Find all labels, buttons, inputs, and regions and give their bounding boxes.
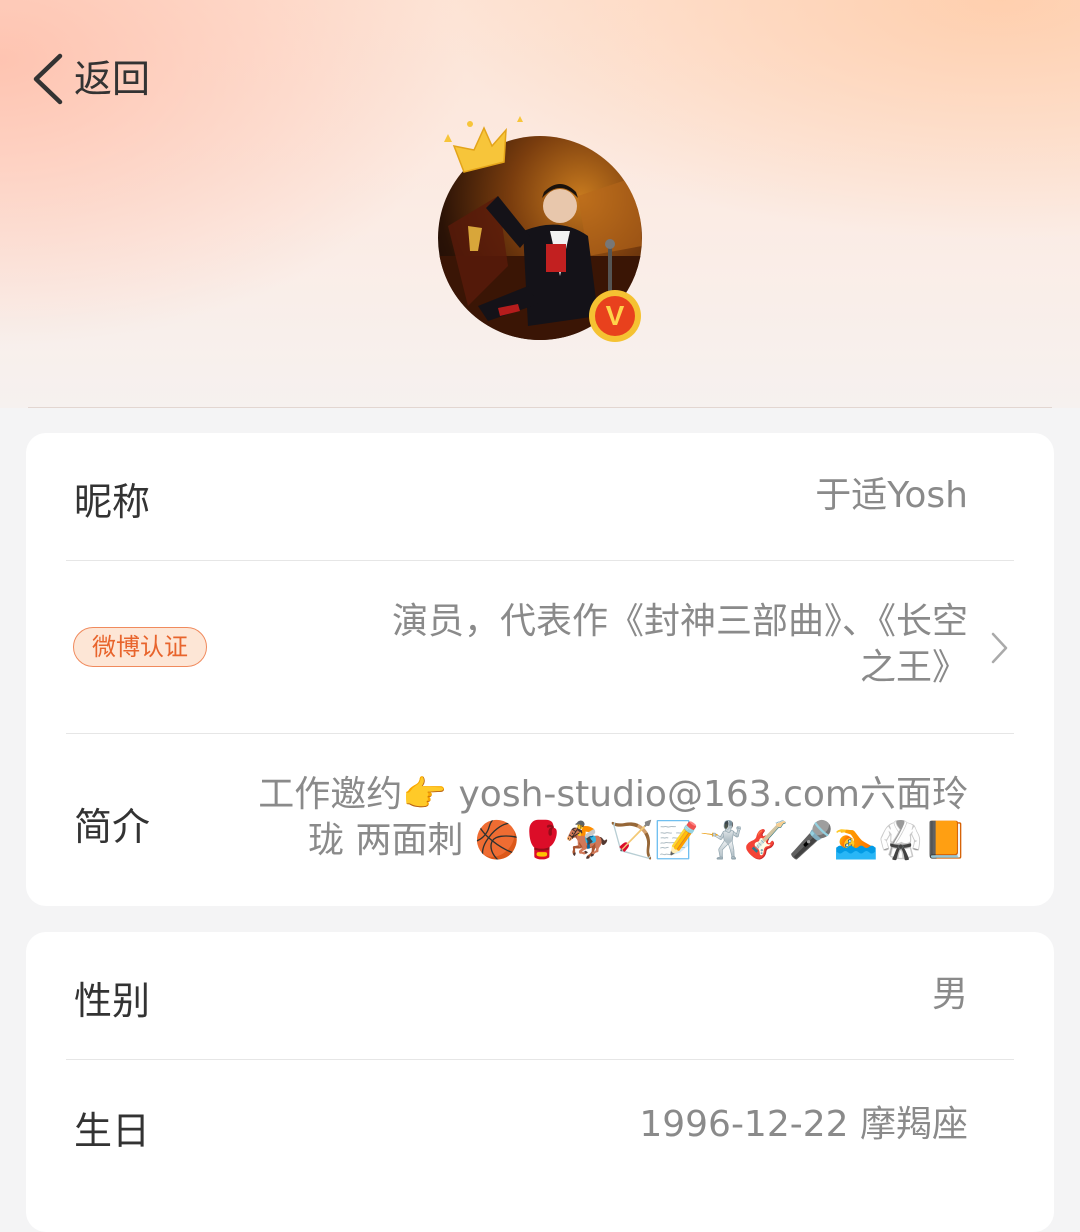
birthday-label: 生日 bbox=[74, 1109, 151, 1153]
birthday-value: 1996-12-22 摩羯座 bbox=[639, 1104, 968, 1145]
crown-icon bbox=[440, 112, 530, 186]
back-button[interactable]: 返回 bbox=[30, 50, 150, 108]
nickname-row[interactable]: 昵称 于适Yosh bbox=[66, 433, 1014, 561]
bio-line-2: 珑 两面刺 🏀🥊🏇🏹📝🤺🎸🎤🏊🥋📙 bbox=[308, 820, 968, 861]
verification-description: 演员，代表作《封神三部曲》、《长空 之王》 bbox=[392, 599, 968, 691]
personal-info-card: 性别 男 生日 1996-12-22 摩羯座 bbox=[26, 932, 1054, 1232]
gender-value: 男 bbox=[931, 974, 968, 1015]
bio-row[interactable]: 简介 工作邀约👉 yosh-studio@163.com六面玲 珑 两面刺 🏀🥊… bbox=[66, 734, 1014, 906]
verification-line-2: 之王》 bbox=[859, 647, 968, 688]
birthday-row[interactable]: 生日 1996-12-22 摩羯座 bbox=[66, 1060, 1014, 1190]
verification-row[interactable]: 微博认证 演员，代表作《封神三部曲》、《长空 之王》 bbox=[66, 561, 1014, 733]
gender-label: 性别 bbox=[74, 979, 151, 1023]
bio-label: 简介 bbox=[74, 805, 151, 849]
bio-text: 工作邀约👉 yosh-studio@163.com六面玲 珑 两面刺 🏀🥊🏇🏹📝… bbox=[258, 772, 968, 864]
chevron-right-icon bbox=[990, 631, 1010, 669]
verified-badge: V bbox=[589, 290, 641, 342]
chevron-left-icon bbox=[30, 51, 66, 107]
nickname-value: 于适Yosh bbox=[815, 475, 968, 516]
weibo-verification-badge: 微博认证 bbox=[73, 627, 207, 667]
header-divider bbox=[28, 407, 1052, 408]
profile-info-card: 昵称 于适Yosh 微博认证 演员，代表作《封神三部曲》、《长空 之王》 简介 … bbox=[26, 433, 1054, 906]
nickname-label: 昵称 bbox=[74, 480, 151, 524]
gender-row[interactable]: 性别 男 bbox=[66, 932, 1014, 1059]
back-label: 返回 bbox=[74, 57, 151, 101]
verified-v-icon: V bbox=[595, 296, 635, 336]
bio-line-1: 工作邀约👉 yosh-studio@163.com六面玲 bbox=[258, 774, 968, 815]
verification-line-1: 演员，代表作《封神三部曲》、《长空 bbox=[391, 601, 968, 642]
